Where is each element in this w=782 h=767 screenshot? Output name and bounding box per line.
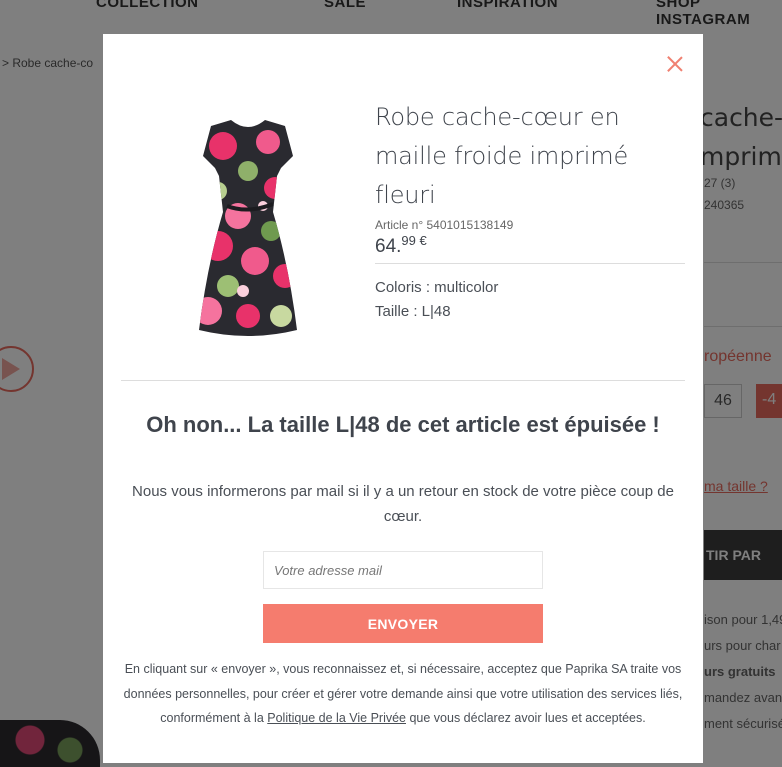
- info-divider: [375, 263, 685, 264]
- product-title: Robe cache-cœur en maille froide imprimé…: [375, 103, 629, 209]
- price-main: 64.: [375, 236, 402, 257]
- privacy-policy-link[interactable]: Politique de la Vie Privée: [267, 711, 406, 725]
- product-size: Taille : L|48: [375, 303, 451, 320]
- product-price: 64.99 €: [375, 233, 685, 259]
- section-divider: [121, 380, 685, 381]
- product-info: Robe cache-cœur en maille froide imprimé…: [375, 98, 685, 324]
- out-of-stock-heading: Oh non... La taille L|48 de cet article …: [146, 412, 660, 437]
- out-of-stock-modal: Robe cache-cœur en maille froide imprimé…: [103, 34, 703, 763]
- price-currency: €: [415, 233, 427, 248]
- price-cents: 99: [401, 233, 416, 248]
- product-image: [199, 120, 297, 336]
- restock-notice: Nous vous informerons par mail si il y a…: [132, 483, 674, 525]
- send-button[interactable]: ENVOYER: [263, 604, 543, 643]
- legal-text-after: que vous déclarez avoir lues et acceptée…: [406, 711, 646, 725]
- product-color: Coloris : multicolor: [375, 279, 499, 296]
- legal-notice: En cliquant sur « envoyer », vous reconn…: [121, 657, 685, 731]
- product-reference: Article n° 5401015138149: [375, 218, 514, 232]
- email-field[interactable]: [263, 551, 543, 589]
- close-icon[interactable]: [667, 56, 683, 72]
